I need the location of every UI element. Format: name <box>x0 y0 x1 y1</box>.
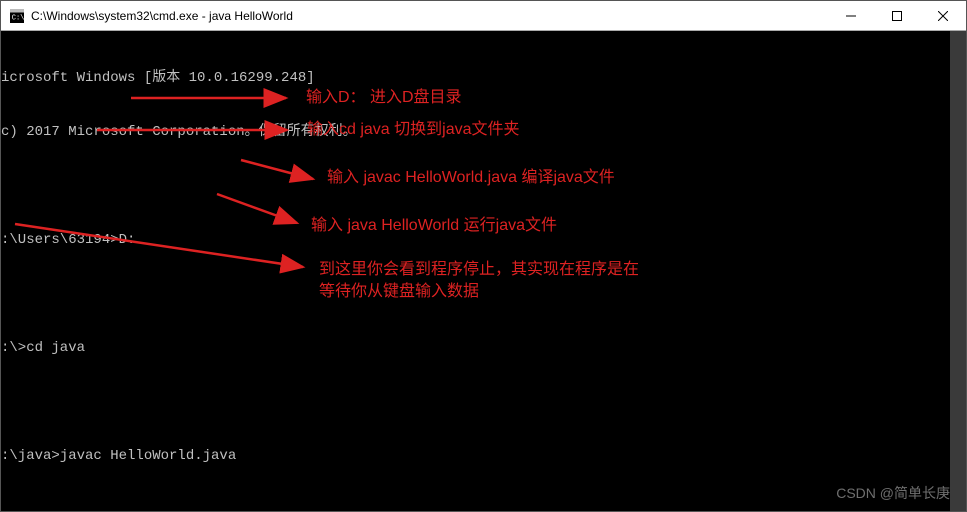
vertical-scrollbar[interactable] <box>950 31 966 511</box>
console-area[interactable]: icrosoft Windows [版本 10.0.16299.248] c) … <box>1 31 966 511</box>
console-line: :\>cd java <box>1 339 966 357</box>
close-button[interactable] <box>920 1 966 31</box>
console-line <box>1 285 966 303</box>
maximize-button[interactable] <box>874 1 920 31</box>
svg-text:C:\: C:\ <box>12 14 24 22</box>
console-line: :\java>javac HelloWorld.java <box>1 447 966 465</box>
titlebar[interactable]: C:\ C:\Windows\system32\cmd.exe - java H… <box>1 1 966 31</box>
console-output: icrosoft Windows [版本 10.0.16299.248] c) … <box>1 31 966 511</box>
scrollbar-thumb[interactable] <box>950 31 966 511</box>
console-line: :\Users\63194>D: <box>1 231 966 249</box>
maximize-icon <box>892 11 902 21</box>
console-line <box>1 393 966 411</box>
close-icon <box>938 11 948 21</box>
cmd-window: C:\ C:\Windows\system32\cmd.exe - java H… <box>0 0 967 512</box>
cmd-icon: C:\ <box>9 8 25 24</box>
minimize-icon <box>846 11 856 21</box>
console-line <box>1 501 966 512</box>
window-title: C:\Windows\system32\cmd.exe - java Hello… <box>31 9 293 23</box>
console-line: icrosoft Windows [版本 10.0.16299.248] <box>1 69 966 87</box>
console-line <box>1 177 966 195</box>
minimize-button[interactable] <box>828 1 874 31</box>
console-line: c) 2017 Microsoft Corporation。保留所有权利。 <box>1 123 966 141</box>
